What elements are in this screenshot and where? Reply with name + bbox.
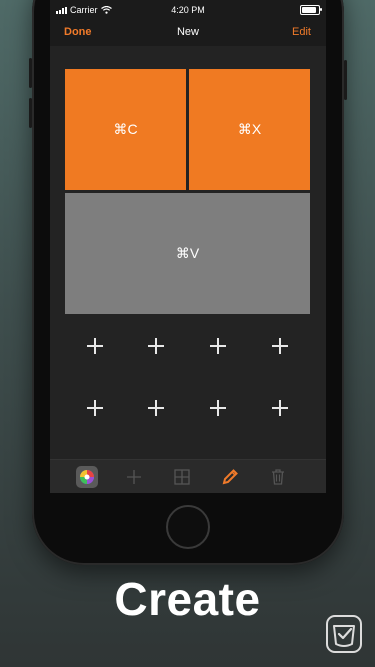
app-screen: Carrier 4:20 PM Done New Edit ⌘C ⌘X ⌘V	[50, 0, 326, 493]
add-slot-button[interactable]	[144, 334, 168, 358]
add-slot-button[interactable]	[268, 396, 292, 420]
add-icon[interactable]	[122, 465, 146, 489]
app-badge-icon	[326, 615, 362, 653]
add-slot-button[interactable]	[144, 396, 168, 420]
home-button	[166, 505, 210, 549]
trash-icon[interactable]	[266, 465, 290, 489]
power-button	[344, 60, 347, 100]
battery-icon	[300, 5, 322, 15]
volume-up-button	[29, 58, 32, 88]
page-title: New	[176, 26, 199, 38]
color-picker-icon[interactable]	[75, 465, 99, 489]
copy-shortcut-key[interactable]: ⌘C	[65, 69, 186, 190]
paste-shortcut-key[interactable]: ⌘V	[65, 193, 310, 314]
cut-shortcut-key[interactable]: ⌘X	[189, 69, 310, 190]
edit-button[interactable]: Edit	[292, 26, 311, 38]
volume-down-button	[29, 98, 32, 128]
promo-caption: Create	[114, 573, 261, 625]
add-slot-button[interactable]	[206, 396, 230, 420]
shortcut-grid: ⌘C ⌘X ⌘V	[50, 46, 326, 459]
navigation-bar: Done New Edit	[50, 20, 326, 44]
battery-level	[302, 7, 316, 13]
add-slot-button[interactable]	[268, 334, 292, 358]
status-time: 4:20 PM	[171, 5, 205, 15]
pencil-icon[interactable]	[218, 465, 242, 489]
bottom-toolbar	[50, 459, 326, 493]
add-slot-button[interactable]	[83, 396, 107, 420]
status-bar: Carrier 4:20 PM	[50, 0, 326, 20]
add-slot-button[interactable]	[206, 334, 230, 358]
add-slot-button[interactable]	[83, 334, 107, 358]
grid-icon[interactable]	[170, 465, 194, 489]
